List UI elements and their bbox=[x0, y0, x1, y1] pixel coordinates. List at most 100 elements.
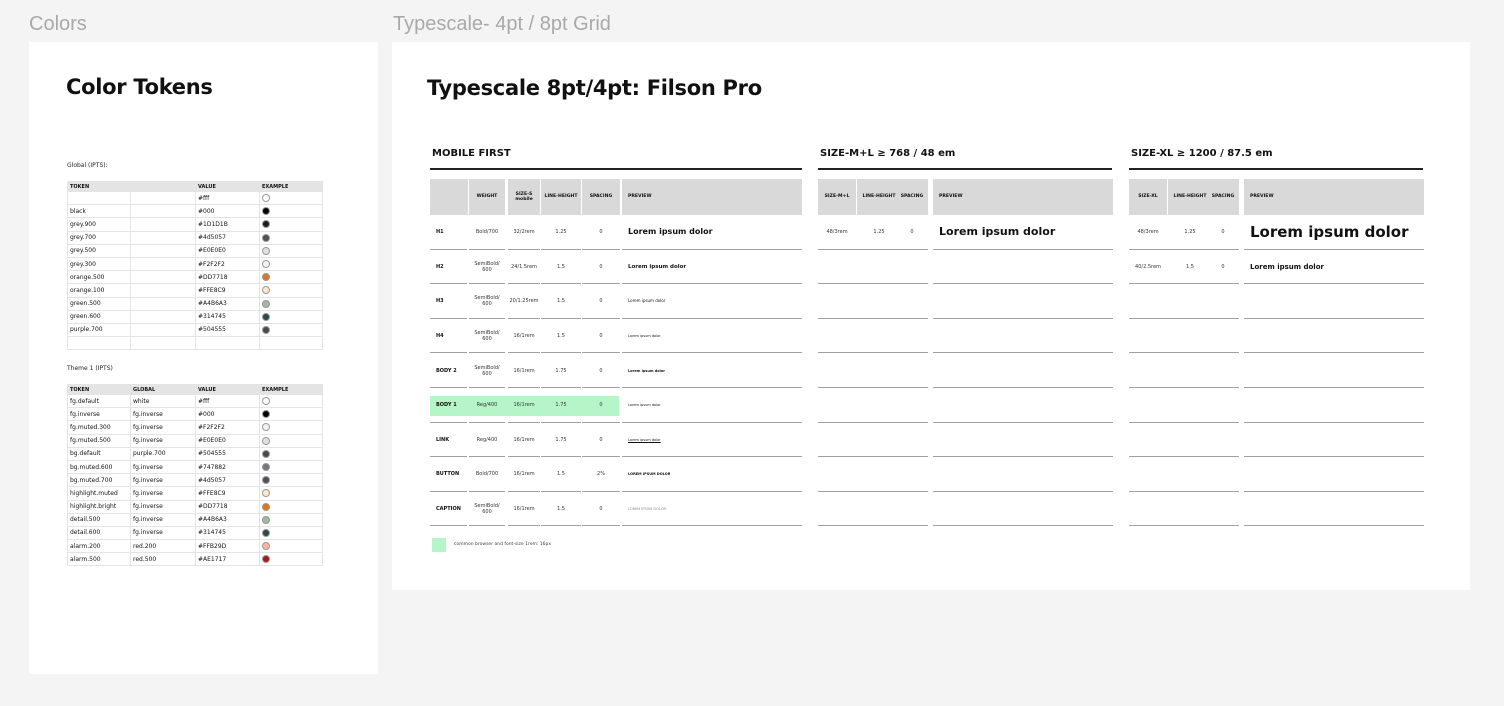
token-value-cell: #A4B6A3 bbox=[195, 297, 260, 311]
type-spacing-cell: 0 bbox=[599, 333, 603, 340]
color-swatch bbox=[262, 423, 270, 432]
token-name-cell: grey.700 bbox=[67, 231, 131, 245]
xl-size-cell bbox=[1129, 319, 1167, 354]
token-global-cell: fg.inverse bbox=[130, 420, 196, 435]
theme-token-header-cell: GLOBAL bbox=[130, 384, 196, 395]
xl-lineheight-cell bbox=[1168, 319, 1212, 354]
global-token-table: TOKEN VALUE EXAMPLE #fff black #000 grey.900 #… bbox=[67, 181, 323, 351]
row-divider bbox=[818, 525, 928, 527]
xl-lineheight-cell bbox=[1168, 423, 1212, 458]
ml-spacing-cell bbox=[896, 457, 928, 492]
color-swatch bbox=[262, 246, 270, 255]
color-swatch bbox=[262, 410, 270, 419]
mobile-col-header: PREVIEW bbox=[622, 179, 802, 215]
token-global-cell bbox=[130, 244, 196, 258]
xl-size-cell bbox=[1129, 353, 1167, 388]
token-name-cell: highlight.bright bbox=[67, 500, 131, 514]
xl-preview-cell: Lorem ipsum dolor bbox=[1250, 223, 1409, 242]
type-preview-cell: Lorem ipsum dolor bbox=[628, 403, 661, 408]
token-global-cell: fg.inverse bbox=[130, 513, 196, 527]
xl-spacing-cell bbox=[1207, 423, 1239, 458]
xl-size-cell bbox=[1129, 457, 1167, 492]
type-spacing-cell: 0 bbox=[599, 506, 603, 513]
token-name-cell: orange.100 bbox=[67, 283, 131, 298]
typescale-title: Typescale 8pt/4pt: Filson Pro bbox=[427, 76, 762, 100]
typescale-frame[interactable]: Typescale 8pt/4pt: Filson Pro MOBILE FIR… bbox=[392, 42, 1470, 590]
xl-col-header: PREVIEW bbox=[1244, 179, 1424, 215]
type-row-name: CAPTION bbox=[436, 506, 461, 513]
type-spacing-cell: 0 bbox=[599, 298, 603, 305]
ml-lineheight-cell bbox=[857, 457, 901, 492]
ml-preview-cell bbox=[933, 388, 1113, 423]
token-example-cell bbox=[259, 420, 323, 435]
mobile-col-header: LINE-HEIGHT bbox=[541, 179, 581, 215]
colors-frame[interactable]: Color Tokens Global (IPTS): TOKEN VALUE EX… bbox=[29, 42, 378, 674]
type-preview-cell: Lorem ipsum dolor bbox=[628, 298, 666, 304]
type-lineheight-cell: 1.75 bbox=[555, 402, 567, 409]
token-name-cell: bg.muted.700 bbox=[67, 473, 131, 488]
token-name-cell: detail.600 bbox=[67, 526, 131, 541]
token-global-cell: red.200 bbox=[130, 539, 196, 554]
theme-token-header-cell: TOKEN bbox=[67, 384, 131, 395]
theme-token-row: fg.default white #fff bbox=[67, 394, 323, 409]
token-value-cell: #F2F2F2 bbox=[195, 420, 260, 435]
type-preview-cell: LOREM IPSUM DOLOR bbox=[628, 472, 671, 477]
theme-token-table: TOKEN GLOBAL VALUE EXAMPLE fg.default white #… bbox=[67, 384, 323, 567]
type-size-cell: 16/1rem bbox=[513, 471, 535, 478]
token-example-cell bbox=[259, 473, 323, 488]
global-token-header-cell: VALUE bbox=[195, 181, 260, 192]
ml-size-cell bbox=[818, 284, 856, 319]
token-global-cell bbox=[130, 310, 196, 324]
type-lineheight-cell: 1.5 bbox=[557, 298, 565, 305]
token-global-cell: fg.inverse bbox=[130, 500, 196, 514]
xl-size-cell: 48/3rem bbox=[1137, 229, 1159, 236]
type-spacing-cell: 2% bbox=[597, 471, 605, 478]
row-divider bbox=[541, 525, 581, 527]
token-example-cell bbox=[259, 447, 323, 461]
theme-token-row: bg.default purple.700 #504555 bbox=[67, 447, 323, 461]
type-spacing-cell: 0 bbox=[599, 263, 603, 270]
color-swatch bbox=[262, 476, 270, 485]
ml-preview-cell bbox=[933, 319, 1113, 354]
ml-size-cell bbox=[818, 423, 856, 458]
type-preview-cell: Lorem ipsum dolor bbox=[628, 334, 661, 339]
ml-preview-cell bbox=[933, 284, 1113, 319]
token-value-cell: #DD7718 bbox=[195, 500, 260, 514]
color-swatch bbox=[262, 325, 270, 334]
xl-lineheight-cell: 1.25 bbox=[1184, 229, 1196, 236]
type-weight-cell: Reg/400 bbox=[476, 436, 498, 443]
ml-spacing-cell: 0 bbox=[910, 229, 914, 236]
ml-preview-cell bbox=[933, 423, 1113, 458]
xl-lineheight-cell bbox=[1168, 492, 1212, 527]
color-swatch bbox=[262, 220, 270, 229]
typescale-frame-label[interactable]: Typescale- 4pt / 8pt Grid bbox=[393, 13, 611, 36]
type-size-cell: 16/1rem bbox=[513, 436, 535, 443]
ml-col-header: SPACING bbox=[896, 179, 928, 215]
token-example-cell bbox=[259, 552, 323, 567]
colors-frame-label[interactable]: Colors bbox=[29, 13, 87, 36]
type-weight-cell: Reg/400 bbox=[476, 402, 498, 409]
xl-preview-cell bbox=[1244, 319, 1424, 354]
global-token-row: purple.700 #504555 bbox=[67, 323, 323, 338]
xl-col-header: SPACING bbox=[1207, 179, 1239, 215]
type-weight-cell: SemiBold/ 600 bbox=[474, 295, 500, 308]
type-weight-cell: Bold/700 bbox=[475, 229, 499, 236]
ml-size-cell bbox=[818, 319, 856, 354]
token-example-cell bbox=[259, 434, 323, 448]
xl-preview-cell bbox=[1244, 284, 1424, 319]
global-token-row: green.500 #A4B6A3 bbox=[67, 297, 323, 311]
ml-lineheight-cell bbox=[857, 319, 901, 354]
token-global-cell: purple.700 bbox=[130, 447, 196, 461]
row-divider bbox=[933, 525, 1113, 527]
token-global-cell bbox=[130, 191, 196, 206]
token-value-cell: #4d5057 bbox=[195, 231, 260, 245]
token-value-cell: #000 bbox=[195, 204, 260, 219]
type-lineheight-cell: 1.75 bbox=[555, 436, 567, 443]
token-name-cell: bg.default bbox=[67, 447, 131, 461]
ml-lineheight-cell bbox=[857, 284, 901, 319]
global-token-row: orange.100 #FFE8C9 bbox=[67, 283, 323, 298]
xl-spacing-cell bbox=[1207, 388, 1239, 423]
global-token-row bbox=[67, 336, 323, 351]
ml-preview-cell bbox=[933, 353, 1113, 388]
color-swatch bbox=[262, 489, 270, 498]
